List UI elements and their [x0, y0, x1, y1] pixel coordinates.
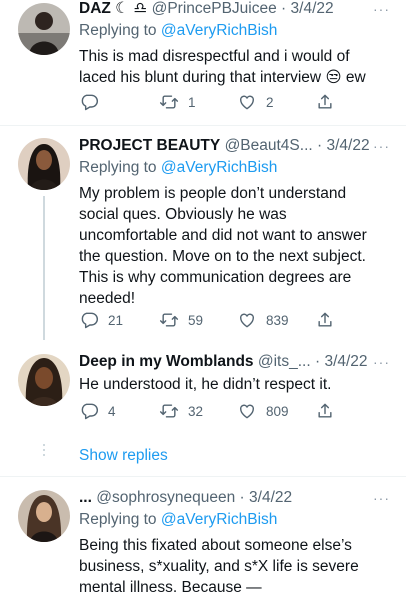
display-name[interactable]: ... — [79, 489, 92, 506]
tweet-actions: 21 59 839 — [79, 310, 349, 330]
reply-icon — [81, 312, 99, 329]
reply-button[interactable]: 21 — [79, 310, 123, 330]
replying-to-label: Replying to — [79, 159, 157, 176]
reply-button[interactable] — [79, 92, 108, 112]
retweet-icon — [159, 95, 179, 109]
display-name[interactable]: DAZ ☾ ♎︎ — [79, 0, 147, 17]
tweet-actions: 4 32 809 — [79, 401, 349, 421]
like-count: 2 — [266, 94, 274, 110]
retweet-button[interactable]: 1 — [159, 92, 196, 112]
user-handle[interactable]: @its_... — [258, 353, 311, 370]
avatar[interactable] — [18, 3, 70, 55]
heart-icon — [240, 313, 254, 328]
tweet-date[interactable]: 3/4/22 — [326, 137, 369, 154]
retweet-count: 1 — [188, 94, 196, 110]
like-button[interactable]: 809 — [237, 401, 289, 421]
share-button[interactable] — [315, 92, 335, 112]
dot-separator: · — [281, 0, 287, 17]
replying-to-label: Replying to — [79, 511, 157, 528]
share-icon — [318, 94, 332, 109]
replying-to-handle[interactable]: @aVeryRichBish — [161, 159, 278, 176]
share-button[interactable] — [315, 401, 335, 421]
dot-separator: · — [239, 489, 245, 506]
tweet-date[interactable]: 3/4/22 — [249, 489, 292, 506]
user-handle[interactable]: @Beaut4S... — [225, 137, 313, 154]
tweet-text: My problem is people don’t understand so… — [79, 185, 367, 307]
reply-count: 4 — [108, 403, 116, 419]
avatar[interactable] — [18, 354, 70, 406]
display-name[interactable]: Deep in my Womblands — [79, 353, 254, 370]
display-name[interactable]: PROJECT BEAUTY — [79, 137, 220, 154]
replying-to: Replying to @aVeryRichBish — [79, 158, 277, 178]
reply-button[interactable]: 4 — [79, 401, 116, 421]
replying-to: Replying to @aVeryRichBish — [79, 510, 277, 530]
retweet-icon — [159, 404, 179, 418]
tweet-header: DAZ ☾ ♎︎ @PrincePBJuicee · 3/4/22 — [79, 0, 372, 19]
like-button[interactable]: 2 — [237, 92, 274, 112]
dot-separator: · — [314, 353, 321, 370]
thread-connector-line — [43, 196, 45, 340]
dot-separator: · — [317, 137, 323, 154]
tweet-text: He understood it, he didn’t respect it. — [79, 376, 332, 393]
retweet-icon — [159, 313, 179, 327]
tweet-header: ... @sophrosynequeen · 3/4/22 — [79, 488, 372, 508]
share-icon — [318, 312, 332, 327]
heart-icon — [240, 404, 254, 419]
like-count: 839 — [266, 312, 289, 328]
tweet-divider — [0, 476, 406, 477]
tweet-actions: 1 2 — [79, 92, 349, 112]
tweet-date[interactable]: 3/4/22 — [324, 353, 367, 370]
replying-to-label: Replying to — [79, 22, 157, 39]
show-replies-link[interactable]: Show replies — [79, 447, 168, 465]
user-handle[interactable]: @sophrosynequeen — [96, 489, 235, 506]
retweet-button[interactable]: 32 — [159, 401, 203, 421]
like-button[interactable]: 839 — [237, 310, 289, 330]
reply-icon — [81, 403, 99, 420]
more-options-icon[interactable]: ··· — [373, 2, 390, 16]
tweet-date[interactable]: 3/4/22 — [291, 0, 334, 17]
more-options-icon[interactable]: ··· — [373, 139, 390, 153]
retweet-count: 32 — [188, 403, 204, 419]
replying-to-handle[interactable]: @aVeryRichBish — [161, 22, 278, 39]
replying-to: Replying to @aVeryRichBish — [79, 21, 277, 41]
avatar[interactable] — [18, 490, 70, 542]
tweet-divider — [0, 125, 406, 126]
retweet-button[interactable]: 59 — [159, 310, 203, 330]
reply-count: 21 — [108, 312, 124, 328]
retweet-count: 59 — [188, 312, 204, 328]
user-handle[interactable]: @PrincePBJuicee — [152, 0, 277, 17]
tweet-text: Being this fixated about someone else’s … — [79, 537, 359, 596]
avatar[interactable] — [18, 138, 70, 190]
share-icon — [318, 403, 332, 418]
tweet-header: PROJECT BEAUTY @Beaut4S... · 3/4/22 — [79, 136, 372, 156]
more-options-icon[interactable]: ··· — [373, 355, 390, 369]
heart-icon — [240, 95, 254, 110]
more-options-icon[interactable]: ··· — [373, 491, 390, 505]
reply-icon — [81, 94, 99, 111]
tweet-header: Deep in my Womblands @its_... · 3/4/22 — [79, 352, 372, 372]
thread-gap-dots — [43, 444, 45, 459]
share-button[interactable] — [315, 310, 335, 330]
like-count: 809 — [266, 403, 289, 419]
tweet-text: This is mad disrespectful and i would of… — [79, 48, 366, 86]
replying-to-handle[interactable]: @aVeryRichBish — [161, 511, 278, 528]
